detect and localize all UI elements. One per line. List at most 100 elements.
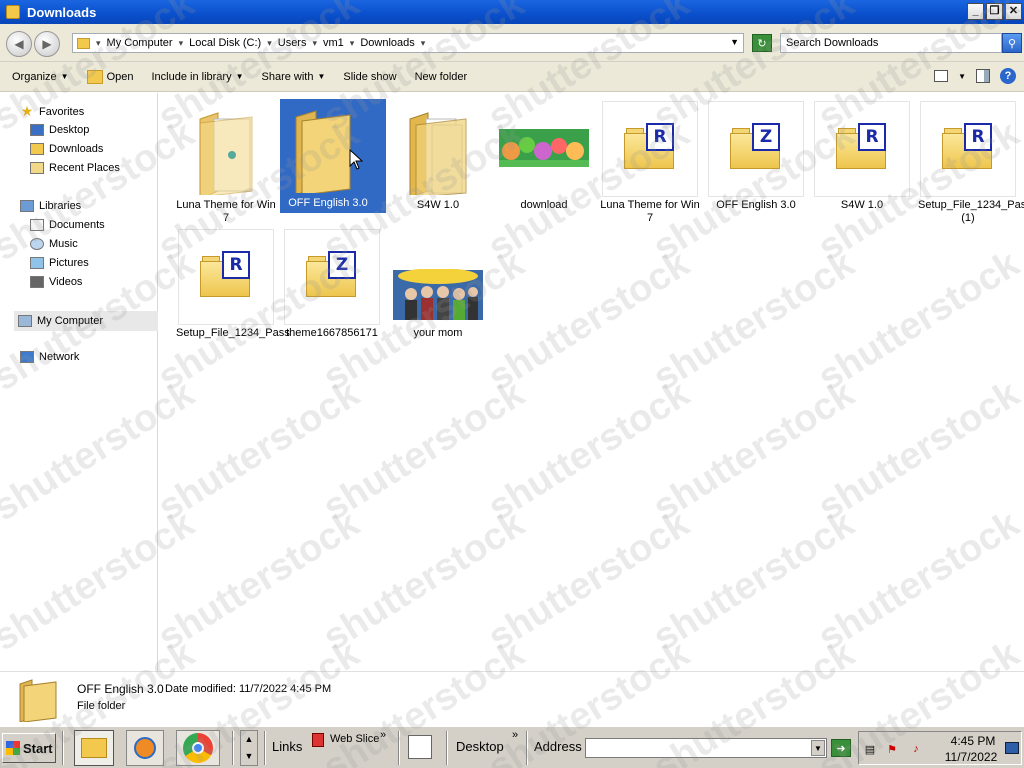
toolbar-scroll[interactable]: ▲ ▼ <box>240 730 258 766</box>
chevron-down-icon[interactable]: ▼ <box>811 740 825 756</box>
clock-time[interactable]: 4:45 PM <box>944 734 1002 748</box>
chevron-down-icon[interactable]: ▾ <box>267 38 272 49</box>
libraries-icon <box>20 200 34 212</box>
links-toolbar-label[interactable]: Links <box>272 739 302 754</box>
nav-label: Pictures <box>49 257 89 269</box>
pictures-icon <box>30 257 44 269</box>
minimize-button[interactable]: _ <box>967 3 984 20</box>
folder-icon <box>6 5 20 19</box>
chevron-down-icon[interactable]: ▼ <box>958 72 966 81</box>
nav-label: Libraries <box>39 200 82 212</box>
file-item[interactable]: Luna Theme for Win 7 <box>176 101 276 229</box>
help-icon[interactable]: ? <box>1000 68 1016 84</box>
file-label: download <box>520 199 568 211</box>
folder-icon <box>295 110 351 193</box>
nav-pictures[interactable]: Pictures <box>30 257 89 269</box>
chevron-down-icon[interactable]: ▾ <box>350 38 355 49</box>
breadcrumb[interactable]: ▾ My Computer ▾ Local Disk (C:) ▾ Users … <box>72 33 744 53</box>
nav-documents[interactable]: Documents <box>30 219 105 231</box>
open-button[interactable]: Open <box>86 69 133 84</box>
file-item[interactable]: R Setup_File_1234_Pass <box>176 229 290 357</box>
folder-icon <box>86 69 103 84</box>
search-icon[interactable]: ⚲ <box>1002 33 1022 53</box>
refresh-button[interactable]: ↻ <box>752 34 772 52</box>
network-tray-icon[interactable]: ▤ <box>863 742 877 756</box>
file-label: Setup_File_1234_Pass <box>176 327 290 339</box>
breadcrumb-vm1[interactable]: vm1 <box>323 37 344 49</box>
chevron-down-icon[interactable]: ▾ <box>179 38 184 49</box>
file-item[interactable]: Z theme1667856171 <box>284 229 380 357</box>
title-bar: Downloads _ ❐ ✕ <box>0 0 1024 24</box>
breadcrumb-users[interactable]: Users <box>278 37 307 49</box>
nav-music[interactable]: Music <box>30 238 78 250</box>
file-item[interactable]: Z OFF English 3.0 <box>708 101 804 229</box>
image-thumbnail <box>499 129 589 167</box>
chrome-task-button[interactable] <box>176 730 220 766</box>
action-center-icon[interactable]: ⚑ <box>885 742 899 756</box>
chevron-down-icon[interactable]: ▾ <box>421 38 426 49</box>
start-button[interactable]: Start <box>2 733 56 763</box>
go-button[interactable]: ➜ <box>831 739 851 757</box>
rar-archive-icon: R <box>836 123 890 171</box>
zip-archive-icon: Z <box>730 123 784 171</box>
new-folder-button[interactable]: New folder <box>415 71 468 83</box>
folder-icon <box>77 37 90 49</box>
web-slice-link[interactable]: Web Slice <box>330 733 379 745</box>
organize-label: Organize <box>12 70 57 83</box>
include-label: Include in library <box>151 70 232 83</box>
links-chevron-icon[interactable]: » <box>380 729 386 741</box>
nav-recent-places[interactable]: Recent Places <box>30 162 120 174</box>
change-view-icon[interactable] <box>934 70 949 82</box>
restore-button[interactable]: ❐ <box>986 3 1003 20</box>
nav-network[interactable]: Network <box>20 351 79 363</box>
file-label: your mom <box>413 327 463 339</box>
file-list: Luna Theme for Win 7 OFF English 3.0 S4W… <box>160 93 1024 671</box>
desktop-chevron-icon[interactable]: » <box>512 729 518 741</box>
back-button[interactable]: ◀ <box>6 31 32 57</box>
breadcrumb-local-disk[interactable]: Local Disk (C:) <box>189 37 261 49</box>
rar-archive-icon: R <box>624 123 678 171</box>
nav-favorites[interactable]: ★ Favorites <box>20 103 85 120</box>
chevron-down-icon: ▼ <box>317 72 326 81</box>
desktop-toolbar-label[interactable]: Desktop <box>456 739 504 754</box>
clock-date[interactable]: 11/7/2022 <box>936 750 1006 764</box>
file-label: theme1667856171 <box>286 327 378 339</box>
chevron-down-icon[interactable]: ▾ <box>312 38 317 49</box>
details-date-modified: Date modified: 11/7/2022 4:45 PM <box>165 683 332 695</box>
desktop-icon <box>30 124 44 136</box>
nav-label: Downloads <box>49 143 104 155</box>
nav-my-computer[interactable]: My Computer <box>14 311 158 331</box>
share-with-button[interactable]: Share with ▼ <box>262 71 326 83</box>
nav-downloads[interactable]: Downloads <box>30 143 103 155</box>
nav-videos[interactable]: Videos <box>30 276 82 288</box>
explorer-task-button[interactable] <box>74 730 114 766</box>
breadcrumb-downloads[interactable]: Downloads <box>360 37 414 49</box>
file-item[interactable]: download <box>496 101 592 229</box>
details-type: File folder <box>77 700 126 712</box>
nav-libraries[interactable]: Libraries <box>20 200 81 212</box>
notepad-quicklaunch-icon[interactable] <box>408 735 432 759</box>
show-desktop-icon[interactable] <box>1005 742 1019 754</box>
forward-button[interactable]: ▶ <box>34 31 60 57</box>
file-item[interactable]: S4W 1.0 <box>390 101 486 229</box>
media-player-task-button[interactable] <box>126 730 164 766</box>
nav-desktop[interactable]: Desktop <box>30 124 89 136</box>
file-item[interactable]: R S4W 1.0 <box>814 101 910 229</box>
taskbar-address-input[interactable]: ▼ <box>585 738 827 758</box>
rar-archive-icon: R <box>200 251 254 299</box>
volume-muted-icon[interactable]: ♪ <box>909 742 923 756</box>
organize-button[interactable]: Organize ▼ <box>12 71 69 83</box>
image-thumbnail <box>393 269 483 320</box>
preview-pane-icon[interactable] <box>976 69 990 83</box>
breadcrumb-my-computer[interactable]: My Computer <box>107 37 173 49</box>
chevron-down-icon[interactable]: ▾ <box>96 38 101 49</box>
file-item[interactable]: your mom <box>390 229 486 357</box>
address-history-dropdown[interactable]: ▼ <box>730 37 739 47</box>
search-input[interactable]: Search Downloads <box>780 33 1002 53</box>
slide-show-button[interactable]: Slide show <box>343 71 396 83</box>
file-item[interactable]: R Setup_File_1234_Pass (1) <box>918 101 1024 229</box>
file-item[interactable]: R Luna Theme for Win 7 <box>600 101 700 229</box>
close-button[interactable]: ✕ <box>1005 3 1022 20</box>
include-in-library-button[interactable]: Include in library ▼ <box>151 71 243 83</box>
media-player-icon <box>134 737 156 759</box>
